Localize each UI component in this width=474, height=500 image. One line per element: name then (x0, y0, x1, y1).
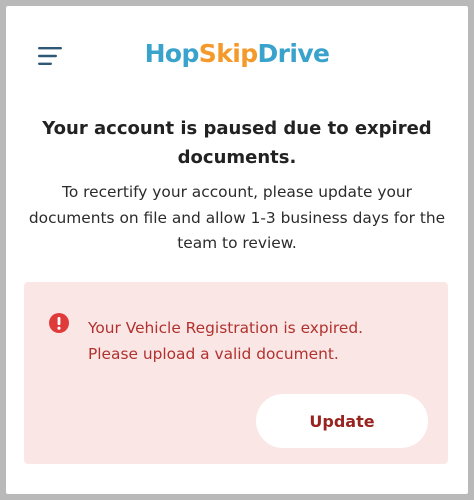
page-title: Your account is paused due to expired do… (42, 118, 432, 168)
logo-drive: Drive (257, 39, 331, 68)
logo-hop: Hop (144, 39, 200, 68)
alert-circle-icon (48, 312, 70, 334)
alert-message: Your Vehicle Registration is expired. Pl… (88, 315, 428, 367)
logo-skip: Skip (198, 39, 258, 68)
app-header: HopSkipDrive (6, 6, 468, 102)
expired-document-alert: Your Vehicle Registration is expired. Pl… (24, 282, 448, 464)
app-logo: HopSkipDrive (6, 38, 468, 70)
app-screen: HopSkipDrive Your account is paused due … (6, 6, 468, 494)
alert-message-line2: Please upload a valid document. (88, 345, 339, 363)
update-button[interactable]: Update (256, 394, 428, 448)
page-description: To recertify your account, please update… (28, 183, 446, 252)
alert-message-line1: Your Vehicle Registration is expired. (88, 319, 364, 337)
